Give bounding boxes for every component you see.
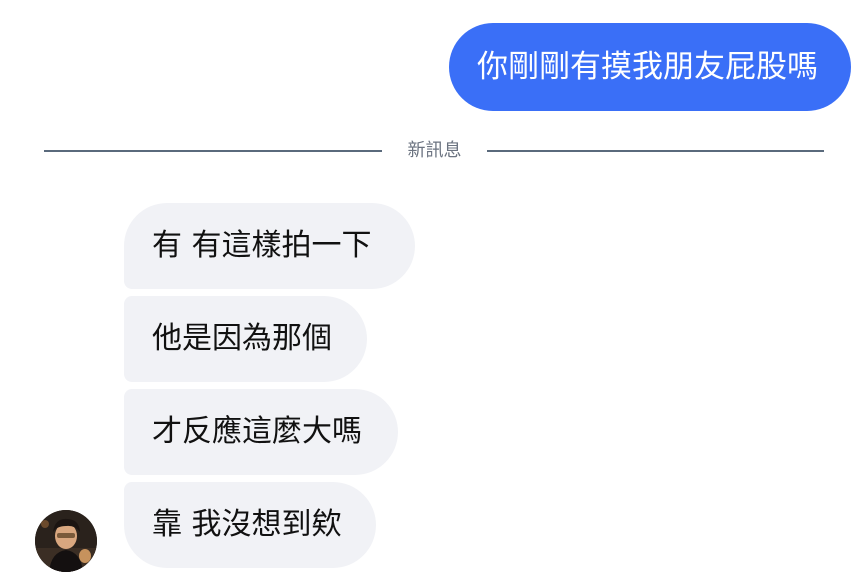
outgoing-message-bubble[interactable]: 你剛剛有摸我朋友屁股嗎 [449,23,851,111]
incoming-message-bubble[interactable]: 他是因為那個 [124,296,367,382]
chat-thread: 你剛剛有摸我朋友屁股嗎 新訊息 有 有這樣拍一下 他是因為那個 才反應這麼大嗎 … [0,0,867,587]
new-messages-divider-left [44,150,382,152]
contact-avatar[interactable] [35,510,97,572]
new-messages-divider-label: 新訊息 [407,140,462,161]
new-messages-divider-right [487,150,824,152]
incoming-message-bubble[interactable]: 靠 我沒想到欸 [124,482,376,568]
person-avatar-icon [35,510,97,572]
incoming-message-bubble[interactable]: 才反應這麼大嗎 [124,389,398,475]
incoming-message-bubble[interactable]: 有 有這樣拍一下 [124,203,415,289]
